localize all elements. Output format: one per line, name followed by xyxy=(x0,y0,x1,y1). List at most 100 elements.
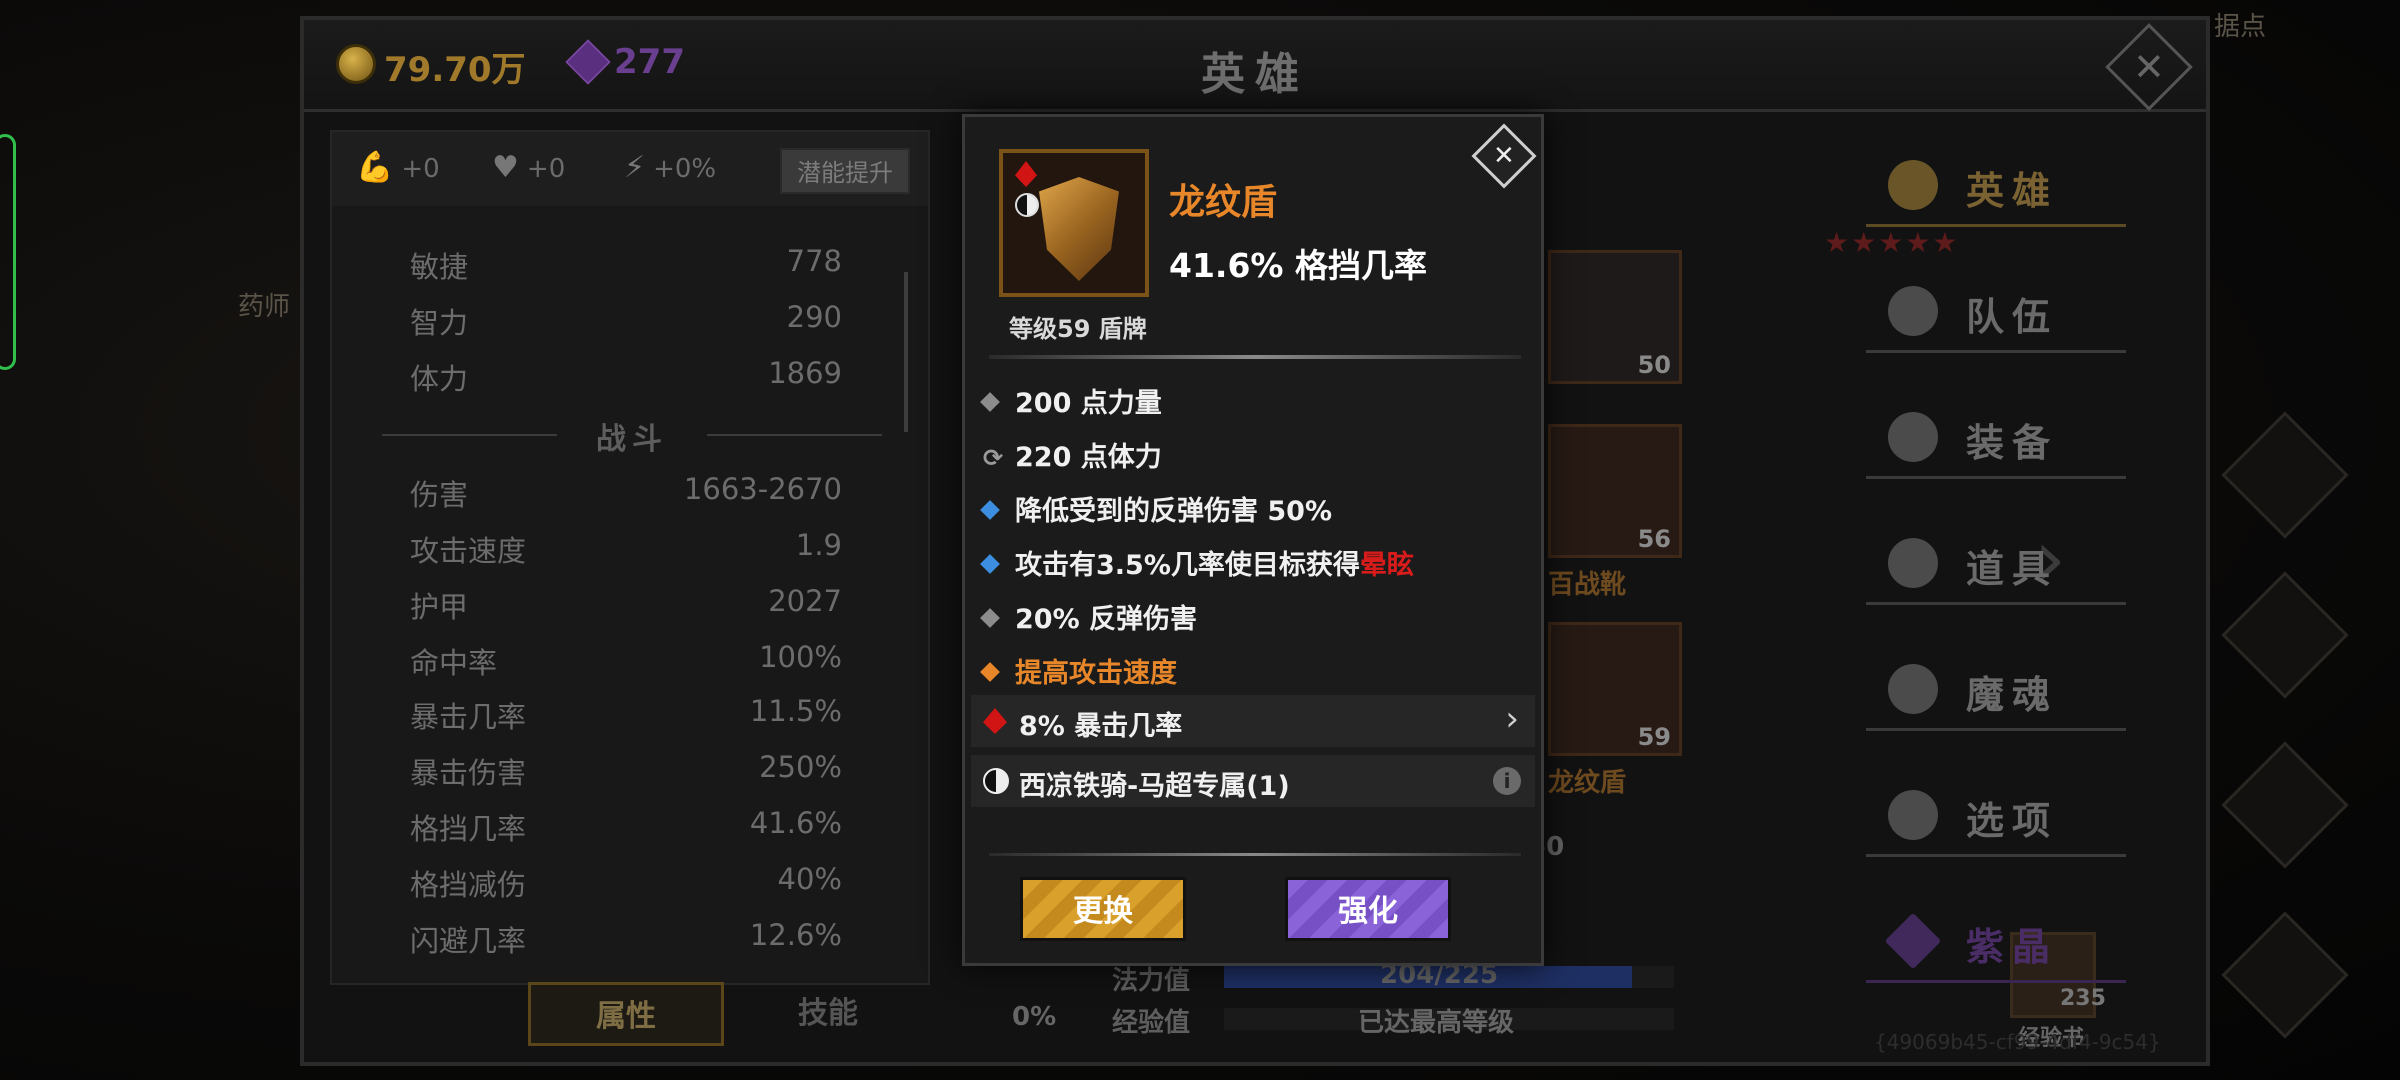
gem-socket-text: 8% 暴击几率 xyxy=(1019,711,1183,742)
shield-slot[interactable]: 59 xyxy=(1548,622,1682,756)
flame-icon xyxy=(1888,664,1938,714)
stat-value: 12.6% xyxy=(749,918,842,952)
heroes-icon xyxy=(1888,160,1938,210)
swap-button[interactable]: 更换 xyxy=(1020,877,1186,941)
set-bonus-row: 西凉铁骑-马超专属(1) i xyxy=(971,755,1535,807)
stat-label: 体力 xyxy=(410,362,469,396)
world-label-stronghold: 据点 xyxy=(2214,12,2267,42)
selection-bracket xyxy=(0,134,16,370)
side-navigation: 英雄 队伍 装备 道具 魔魂 选项 紫晶 xyxy=(1866,132,2126,1014)
property-text: 攻击有3.5%几率使目标获得 xyxy=(1015,550,1360,581)
stat-label: 伤害 xyxy=(410,478,469,512)
item-icon-frame xyxy=(999,149,1149,297)
stat-row: 暴击伤害 250% xyxy=(410,750,842,792)
stat-value: 100% xyxy=(759,640,842,674)
flag-icon xyxy=(1888,286,1938,336)
shield-icon xyxy=(1039,177,1119,281)
pet-card[interactable]: 50 xyxy=(1548,250,1682,384)
stat-label: 暴击几率 xyxy=(410,700,527,734)
nav-item-equipment[interactable]: 装备 xyxy=(1866,384,2126,510)
nav-underline xyxy=(1866,476,2126,479)
item-property: ⟳ 220 点体力 xyxy=(983,435,1162,474)
stat-row: 智力 290 xyxy=(410,300,842,342)
blue-diamond-icon xyxy=(980,554,1000,574)
gear-icon xyxy=(1888,790,1938,840)
strength-buff: 💪 +0 xyxy=(356,150,440,185)
stat-value: 11.5% xyxy=(749,694,842,728)
grey-diamond-icon xyxy=(980,392,1000,412)
nav-label: 道具 xyxy=(1966,547,2059,591)
boots-level: 56 xyxy=(1637,525,1671,553)
nav-item-heroes[interactable]: 英雄 xyxy=(1866,132,2126,258)
nav-underline xyxy=(1866,350,2126,353)
item-level-type: 等级59 盾牌 xyxy=(1009,315,1147,343)
stat-label: 敏捷 xyxy=(410,250,469,284)
pet-level: 50 xyxy=(1637,351,1671,379)
divider xyxy=(989,853,1521,856)
stat-row: 体力 1869 xyxy=(410,356,842,398)
property-text: 220 点体力 xyxy=(1015,442,1162,473)
set-bonus-text: 西凉铁骑-马超专属(1) xyxy=(1019,771,1290,802)
nav-item-items[interactable]: 道具 xyxy=(1866,510,2126,636)
orange-diamond-icon xyxy=(980,662,1000,682)
energy-buff-value: +0% xyxy=(653,154,717,184)
stat-row: 格挡几率 41.6% xyxy=(410,806,842,848)
nav-item-souls[interactable]: 魔魂 xyxy=(1866,636,2126,762)
grey-diamond-icon xyxy=(980,608,1000,628)
nav-underline xyxy=(1866,728,2126,731)
nav-item-amethyst[interactable]: 紫晶 xyxy=(1866,888,2126,1014)
stat-value: 1663-2670 xyxy=(683,472,842,506)
exp-label: 经验值 xyxy=(1112,1008,1191,1038)
nav-item-team[interactable]: 队伍 xyxy=(1866,258,2126,384)
close-icon: ✕ xyxy=(2133,45,2165,89)
property-text: 200 点力量 xyxy=(1015,388,1162,419)
stat-label: 闪避几率 xyxy=(410,924,527,958)
item-detail-popup: 等级59 盾牌 龙纹盾 41.6% 格挡几率 ✕ 200 点力量 ⟳ 220 点体… xyxy=(962,114,1544,966)
item-property: 降低受到的反弹伤害 50% xyxy=(980,489,1332,528)
exp-value: 已达最高等级 xyxy=(1358,1008,1515,1038)
tab-attributes[interactable]: 属性 xyxy=(528,982,724,1046)
combat-section-header: 战斗 xyxy=(382,414,882,458)
property-text: 提高攻击速度 xyxy=(1015,658,1177,689)
item-main-stat: 41.6% 格挡几率 xyxy=(1169,246,1427,285)
tab-skills[interactable]: 技能 xyxy=(730,982,926,1046)
nav-underline xyxy=(1866,854,2126,857)
info-icon[interactable]: i xyxy=(1493,767,1521,795)
lightning-icon: ⚡ xyxy=(624,150,646,185)
buff-bar: 💪 +0 ♥ +0 ⚡ +0% 潜能提升 xyxy=(332,132,928,206)
nav-label: 英雄 xyxy=(1966,169,2059,213)
stat-value: 2027 xyxy=(768,584,842,618)
strength-arm-icon: 💪 xyxy=(356,150,394,185)
stat-label: 格挡几率 xyxy=(410,812,527,846)
panel-title: 英雄 xyxy=(1201,49,1309,100)
ruby-gem-icon xyxy=(1015,161,1037,187)
stats-scrollbar[interactable] xyxy=(904,272,908,432)
item-property: 20% 反弹伤害 xyxy=(980,597,1197,636)
stat-row: 暴击几率 11.5% xyxy=(410,694,842,736)
stat-row: 闪避几率 12.6% xyxy=(410,918,842,960)
popup-close-button[interactable]: ✕ xyxy=(1471,123,1537,189)
helmet-icon xyxy=(1888,412,1938,462)
amethyst-icon xyxy=(1884,912,1942,970)
ruby-gem-icon xyxy=(983,708,1007,734)
stat-row: 格挡减伤 40% xyxy=(410,862,842,904)
gem-socket-row[interactable]: 8% 暴击几率 › xyxy=(971,695,1535,747)
nav-label: 队伍 xyxy=(1966,295,2059,339)
stat-value: 40% xyxy=(777,862,842,896)
nav-label: 紫晶 xyxy=(1966,925,2059,969)
stat-value: 1869 xyxy=(768,356,842,390)
item-property-legendary: 提高攻击速度 xyxy=(980,651,1177,690)
nav-label: 魔魂 xyxy=(1966,673,2059,717)
boots-slot[interactable]: 56 xyxy=(1548,424,1682,558)
heart-icon: ♥ xyxy=(492,150,519,185)
blue-diamond-icon xyxy=(980,500,1000,520)
upgrade-button[interactable]: 强化 xyxy=(1285,877,1451,941)
bag-icon xyxy=(1888,538,1938,588)
item-property: 200 点力量 xyxy=(980,381,1162,420)
stat-label: 智力 xyxy=(410,306,469,340)
yin-yang-icon xyxy=(983,768,1009,794)
hero-panel-topbar: 79.70万 277 英雄 ✕ xyxy=(304,20,2206,112)
yin-yang-icon xyxy=(1015,193,1039,217)
potential-upgrade-button[interactable]: 潜能提升 xyxy=(780,148,910,194)
nav-item-options[interactable]: 选项 xyxy=(1866,762,2126,888)
